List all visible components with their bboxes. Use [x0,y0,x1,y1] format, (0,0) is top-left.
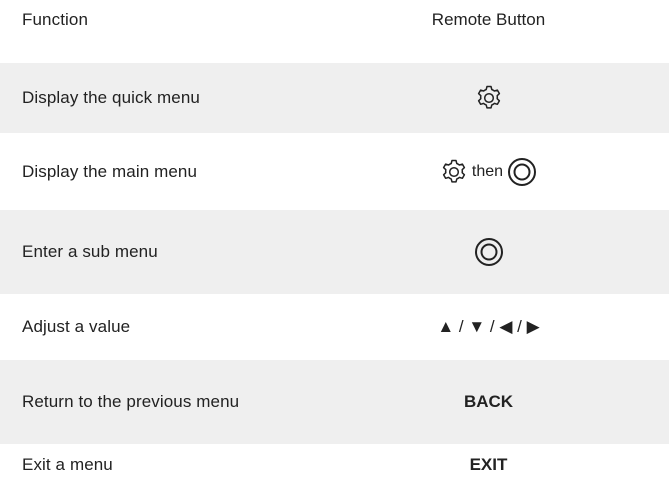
gear-icon [475,84,503,112]
exit-button-label: EXIT [469,454,508,474]
remote-functions-table: Function Remote Button Display the quick… [0,0,669,485]
table-header: Function Remote Button [0,0,669,40]
header-function: Function [22,10,89,29]
button-cell: EXIT [397,455,580,475]
button-cell: ▲ / ▼ / ◀ / ▶ [397,317,580,337]
table-row: Exit a menu EXIT [0,444,669,485]
button-cell: BACK [397,392,580,412]
header-remote-button: Remote Button [431,10,546,29]
function-cell: Enter a sub menu [22,242,158,261]
back-button-label: BACK [463,392,514,411]
gear-icon [440,158,468,186]
function-cell: Display the main menu [22,161,198,181]
table-row: Display the main menu then [0,133,669,210]
function-cell: Exit a menu [22,454,113,474]
ok-circle-icon [507,157,537,187]
table-row: Display the quick menu [0,63,669,133]
table-row: Enter a sub menu [0,210,669,294]
ok-circle-icon [474,237,504,267]
function-cell: Return to the previous menu [22,392,240,411]
table-row: Return to the previous menu BACK [0,360,669,444]
arrow-keys: ▲ / ▼ / ◀ / ▶ [437,317,540,336]
table-row: Adjust a value ▲ / ▼ / ◀ / ▶ [0,294,669,360]
button-cell [397,237,580,267]
function-cell: Adjust a value [22,317,131,336]
then-label: then [471,162,504,180]
button-cell [397,84,580,112]
function-cell: Display the quick menu [22,88,200,107]
button-cell: then [397,157,580,187]
